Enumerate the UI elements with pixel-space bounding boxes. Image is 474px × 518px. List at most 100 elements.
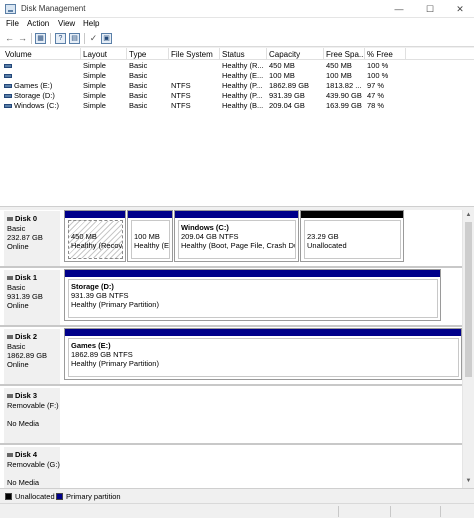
toolbar-separator xyxy=(31,33,32,44)
primary-cap xyxy=(65,211,125,218)
partition-storage[interactable]: Storage (D:) 931.39 GB NTFS Healthy (Pri… xyxy=(64,269,441,321)
disk-info[interactable]: Disk 4 Removable (G:) No Media xyxy=(4,446,60,488)
back-arrow-icon[interactable]: ← xyxy=(4,33,15,44)
check-icon[interactable]: ✓ xyxy=(88,33,99,44)
volume-icon xyxy=(4,104,12,108)
disk-type: Basic xyxy=(7,342,26,351)
volume-list: Volume Layout Type File System Status Ca… xyxy=(0,48,474,206)
disk-status: No Media xyxy=(7,419,40,428)
table-row[interactable]: Windows (C:) Simple Basic NTFS Healthy (… xyxy=(0,101,474,111)
partition-status: Unallocated xyxy=(307,241,347,250)
col-file-system[interactable]: File System xyxy=(171,50,213,59)
cell-volume: Games (E:) xyxy=(14,81,53,90)
volume-icon xyxy=(4,64,12,68)
scroll-up-icon[interactable]: ▲ xyxy=(463,210,474,221)
cell-type: Basic xyxy=(129,101,148,110)
disk-map: Disk 0 Basic 232.87 GB Online 450 MB Hea… xyxy=(0,210,462,488)
disk-row-1: Disk 1 Basic 931.39 GB Online Storage (D… xyxy=(0,269,462,325)
col-free-space[interactable]: Free Spa... xyxy=(326,50,366,59)
disk-name: Disk 3 xyxy=(15,391,38,400)
console-icon[interactable]: ▣ xyxy=(101,33,112,44)
col-type[interactable]: Type xyxy=(129,50,146,59)
partition-size: 450 MB xyxy=(71,232,97,241)
disk-type: Removable (G:) xyxy=(7,460,60,469)
disk-info[interactable]: Disk 2 Basic 1862.89 GB Online xyxy=(4,328,60,384)
cell-layout: Simple xyxy=(83,91,106,100)
disk-info[interactable]: Disk 0 Basic 232.87 GB Online xyxy=(4,210,60,266)
status-cell xyxy=(390,506,391,517)
partition-title: Windows (C:) xyxy=(181,223,229,232)
col-capacity[interactable]: Capacity xyxy=(269,50,300,59)
disk-icon xyxy=(7,394,13,399)
partition-status: Healthy (Primary Partition) xyxy=(71,359,159,368)
cell-free-space: 163.99 GB xyxy=(326,101,362,110)
disk-row-3: Disk 3 Removable (F:) No Media xyxy=(0,387,462,443)
scroll-thumb[interactable] xyxy=(465,222,472,377)
partition-status: Healthy (EFI xyxy=(134,241,170,250)
legend-primary: Primary partition xyxy=(66,492,121,501)
cell-layout: Simple xyxy=(83,71,106,80)
partition-size: 931.39 GB NTFS xyxy=(71,291,129,300)
col-layout[interactable]: Layout xyxy=(83,50,107,59)
unallocated-cap xyxy=(301,211,403,218)
disk-icon xyxy=(7,217,13,222)
menu-view[interactable]: View xyxy=(58,19,75,28)
table-row[interactable]: Storage (D:) Simple Basic NTFS Healthy (… xyxy=(0,91,474,101)
disk-info[interactable]: Disk 1 Basic 931.39 GB Online xyxy=(4,269,60,325)
forward-arrow-icon[interactable]: → xyxy=(17,33,28,44)
partition-recovery[interactable]: 450 MB Healthy (Recove xyxy=(64,210,126,262)
toolbar-separator xyxy=(50,33,51,44)
status-cell xyxy=(338,506,339,517)
cell-type: Basic xyxy=(129,91,148,100)
cell-free-space: 439.90 GB xyxy=(326,91,362,100)
cell-capacity: 450 MB xyxy=(269,61,295,70)
partition-windows[interactable]: Windows (C:) 209.04 GB NTFS Healthy (Boo… xyxy=(174,210,299,262)
scroll-down-icon[interactable]: ▼ xyxy=(463,476,474,487)
status-bar xyxy=(0,503,474,518)
disk-map-scrollbar[interactable]: ▲ ▼ xyxy=(462,210,474,488)
cell-status: Healthy (E... xyxy=(222,71,264,80)
disk-size: 931.39 GB xyxy=(7,292,43,301)
partition-unallocated[interactable]: 23.29 GB Unallocated xyxy=(300,210,404,262)
partition-games[interactable]: Games (E:) 1862.89 GB NTFS Healthy (Prim… xyxy=(64,328,462,380)
cell-volume: Storage (D:) xyxy=(14,91,55,100)
menu-action[interactable]: Action xyxy=(27,19,49,28)
table-row[interactable]: Simple Basic Healthy (R... 450 MB 450 MB… xyxy=(0,61,474,71)
cell-status: Healthy (B... xyxy=(222,101,264,110)
partition-status: Healthy (Boot, Page File, Crash Dum xyxy=(181,241,296,250)
cell-status: Healthy (P... xyxy=(222,81,263,90)
disk-list-icon[interactable]: ▦ xyxy=(35,33,46,44)
disk-row-2: Disk 2 Basic 1862.89 GB Online Games (E:… xyxy=(0,328,462,384)
table-row[interactable]: Games (E:) Simple Basic NTFS Healthy (P.… xyxy=(0,81,474,91)
disk-type: Basic xyxy=(7,283,26,292)
primary-cap xyxy=(175,211,298,218)
col-status[interactable]: Status xyxy=(222,50,245,59)
menu-help[interactable]: Help xyxy=(83,19,99,28)
partition-efi[interactable]: 100 MB Healthy (EFI xyxy=(127,210,173,262)
row-separator xyxy=(0,443,462,445)
disk-info[interactable]: Disk 3 Removable (F:) No Media xyxy=(4,387,60,443)
disk-icon xyxy=(7,276,13,281)
cell-free-space: 100 MB xyxy=(326,71,352,80)
status-cell xyxy=(440,506,441,517)
partition-size: 100 MB xyxy=(134,232,160,241)
disk-status: Online xyxy=(7,360,29,369)
disk-name: Disk 2 xyxy=(15,332,38,341)
cell-type: Basic xyxy=(129,71,148,80)
col-percent-free[interactable]: % Free xyxy=(367,50,393,59)
cell-layout: Simple xyxy=(83,101,106,110)
help-icon[interactable]: ? xyxy=(55,33,66,44)
cell-file-system: NTFS xyxy=(171,91,191,100)
table-row[interactable]: Simple Basic Healthy (E... 100 MB 100 MB… xyxy=(0,71,474,81)
cell-percent-free: 100 % xyxy=(367,61,389,70)
maximize-button[interactable]: ☐ xyxy=(416,0,444,18)
minimize-button[interactable]: — xyxy=(385,0,413,18)
close-button[interactable]: ✕ xyxy=(446,0,474,18)
menu-file[interactable]: File xyxy=(6,19,19,28)
cell-layout: Simple xyxy=(83,81,106,90)
partition-status: Healthy (Recove xyxy=(71,241,123,250)
properties-icon[interactable]: ▤ xyxy=(69,33,80,44)
disk-icon xyxy=(7,453,13,458)
col-volume[interactable]: Volume xyxy=(5,50,32,59)
primary-cap xyxy=(128,211,172,218)
